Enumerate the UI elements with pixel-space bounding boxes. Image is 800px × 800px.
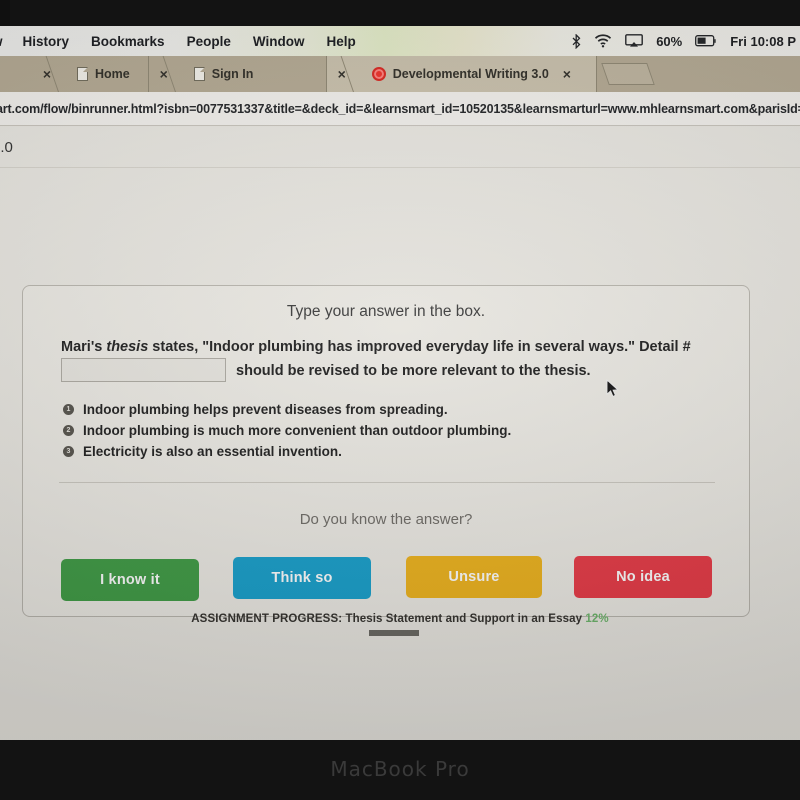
prompt-text-2: states, "Indoor plumbing has improved ev… xyxy=(148,339,691,355)
progress-label-text: ASSIGNMENT PROGRESS: Thesis Statement an… xyxy=(191,613,583,625)
confidence-buttons: I know it Think so Unsure No idea xyxy=(59,556,715,604)
battery-percentage: 60% xyxy=(656,33,683,49)
menu-item-people[interactable]: People xyxy=(187,34,231,49)
numbered-circle-icon: 1 xyxy=(63,404,74,415)
browser-address-bar[interactable]: art.com/flow/binrunner.html?isbn=0077531… xyxy=(0,92,800,126)
airplay-icon[interactable] xyxy=(625,34,644,48)
list-item-label: Indoor plumbing helps prevent diseases f… xyxy=(83,402,448,417)
browser-tab-bar: × Home × Sign In × Developmental Writing… xyxy=(0,56,800,92)
menu-item-window[interactable]: Window xyxy=(253,34,305,49)
menu-item-bookmarks[interactable]: Bookmarks xyxy=(91,34,165,49)
progress-bar-track xyxy=(329,630,471,636)
detail-choices-list: 1 Indoor plumbing helps prevent diseases… xyxy=(63,402,511,465)
list-item-label: Indoor plumbing is much more convenient … xyxy=(83,423,512,438)
menu-bar-items: w History Bookmarks People Window Help xyxy=(0,34,378,49)
new-tab-button[interactable] xyxy=(601,63,655,85)
question-card: Type your answer in the box. Mari's thes… xyxy=(22,285,750,617)
list-item: 3 Electricity is also an essential inven… xyxy=(63,444,511,459)
prompt-text-4: to the thesis. xyxy=(497,362,591,379)
web-page-content: 3.0 Type your answer in the box. Mari's … xyxy=(0,127,800,740)
page-icon xyxy=(193,67,205,81)
bluetooth-icon[interactable] xyxy=(572,33,581,49)
card-title: Type your answer in the box. xyxy=(286,303,486,320)
tab-home-body[interactable]: Home xyxy=(71,67,142,81)
menu-item-help[interactable]: Help xyxy=(326,34,355,49)
tab-close-icon[interactable]: × xyxy=(556,66,578,82)
menu-item-history[interactable]: History xyxy=(23,34,70,49)
progress-percent: 12% xyxy=(585,613,609,625)
menu-bar-clock[interactable]: Fri 10:08 P xyxy=(730,34,796,49)
prompt-text-3: should be revised to be more xyxy=(236,362,442,379)
card-divider xyxy=(59,482,715,483)
macbook-pro-label: MacBook Pro xyxy=(330,757,470,781)
page-icon xyxy=(77,67,88,81)
progress-label: ASSIGNMENT PROGRESS: Thesis Statement an… xyxy=(0,613,800,625)
tab-sign-in[interactable]: × Sign In xyxy=(148,56,327,92)
think-so-button[interactable]: Think so xyxy=(233,557,371,599)
i-know-it-button[interactable]: I know it xyxy=(61,559,199,601)
no-idea-button[interactable]: No idea xyxy=(574,556,712,598)
assignment-progress: ASSIGNMENT PROGRESS: Thesis Statement an… xyxy=(0,613,800,636)
page-header-divider xyxy=(0,167,800,168)
tab-sign-in-body[interactable]: Sign In xyxy=(188,67,266,81)
menu-bar-status-items: 60% Fri 10:08 P xyxy=(572,26,796,56)
tab-title: Sign In xyxy=(211,67,254,81)
numbered-circle-icon: 3 xyxy=(63,446,74,457)
list-item: 2 Indoor plumbing is much more convenien… xyxy=(63,423,511,438)
prompt-text-1: Mari's xyxy=(61,339,107,355)
recording-dot-icon xyxy=(371,67,386,81)
menu-item-window-cut[interactable]: w xyxy=(0,34,3,49)
tab-developmental-writing[interactable]: × Developmental Writing 3.0 × xyxy=(326,56,597,92)
prompt-bold-relevant: relevant xyxy=(441,362,498,379)
mouse-cursor xyxy=(606,378,619,403)
battery-icon[interactable] xyxy=(695,35,717,47)
numbered-circle-icon: 2 xyxy=(63,425,74,436)
tab-bar-left-gap xyxy=(0,56,32,92)
laptop-screen: w History Bookmarks People Window Help xyxy=(0,26,800,740)
list-item: 1 Indoor plumbing helps prevent diseases… xyxy=(63,402,511,417)
address-bar-url[interactable]: art.com/flow/binrunner.html?isbn=0077531… xyxy=(0,102,800,116)
tab-developmental-writing-body[interactable]: Developmental Writing 3.0 × xyxy=(366,66,590,82)
progress-bar-fill xyxy=(369,630,419,636)
tab-title: Developmental Writing 3.0 xyxy=(392,67,549,81)
question-prompt: Mari's thesis states, "Indoor plumbing h… xyxy=(61,336,719,384)
macos-menu-bar: w History Bookmarks People Window Help xyxy=(0,26,800,56)
laptop-bezel: MacBook Pro w History Bookmarks People W… xyxy=(0,0,800,800)
list-item-label: Electricity is also an essential inventi… xyxy=(83,444,342,459)
page-title: 3.0 xyxy=(0,139,13,156)
prompt-italic-thesis: thesis xyxy=(106,339,149,355)
unsure-button[interactable]: Unsure xyxy=(406,556,542,598)
confidence-question: Do you know the answer? xyxy=(299,511,473,528)
answer-input[interactable] xyxy=(61,358,226,383)
tab-title: Home xyxy=(95,67,130,81)
wifi-icon[interactable] xyxy=(594,34,612,48)
tab-home[interactable]: × Home xyxy=(32,56,149,92)
